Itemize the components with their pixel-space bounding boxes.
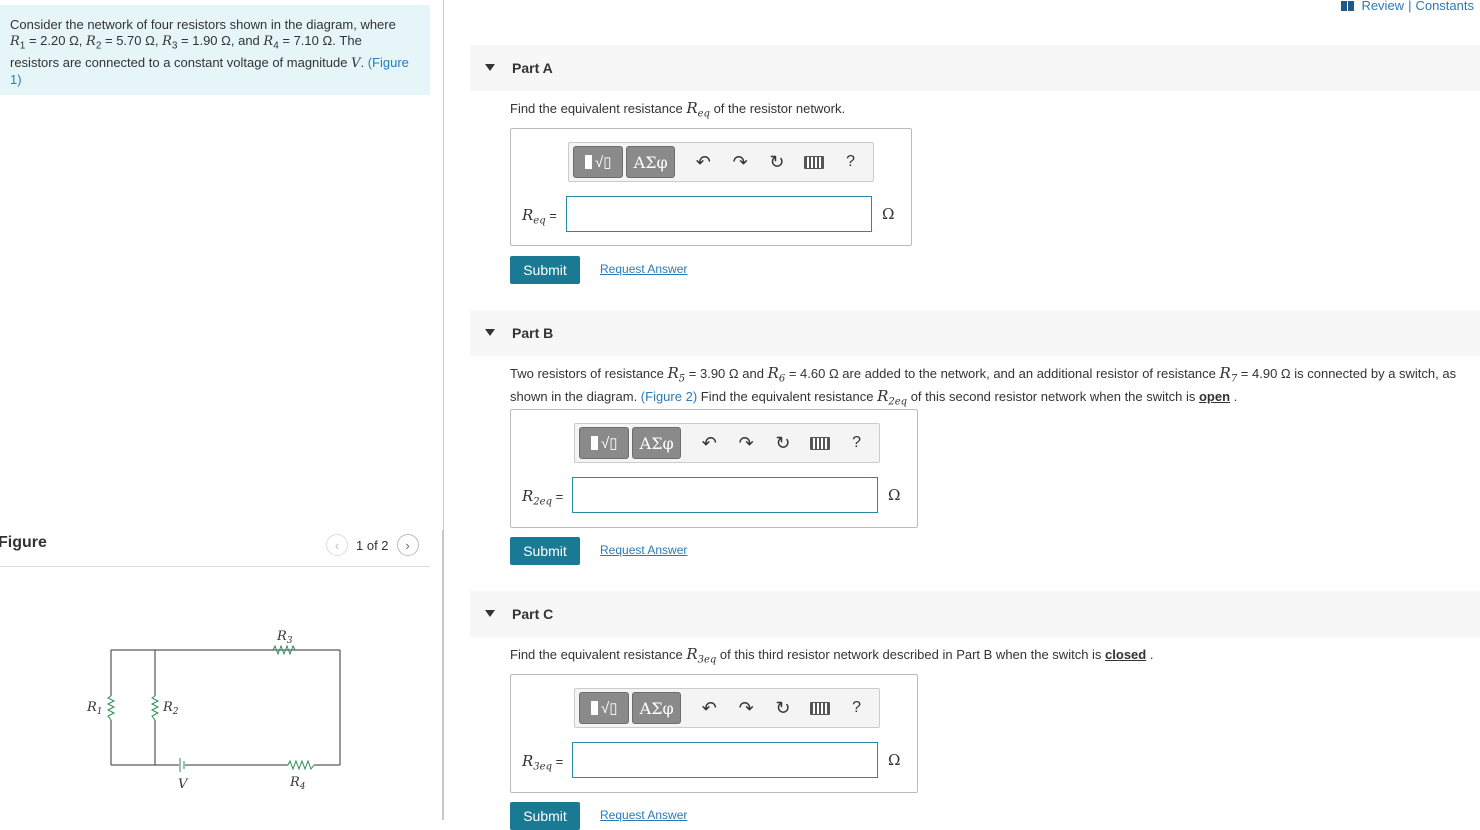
label-r1: R1: [86, 700, 103, 717]
part-b-question-line-1: Two resistors of resistance R5 = 3.90 Ω …: [510, 364, 1457, 385]
greek-symbols-button[interactable]: ΑΣφ: [632, 427, 681, 459]
part-a-unit: Ω: [882, 205, 895, 223]
reset-icon[interactable]: ↻: [759, 146, 796, 178]
label-v: V: [178, 777, 189, 792]
sqrt-icon: √▯: [600, 700, 618, 717]
templates-button[interactable]: √▯: [579, 692, 630, 724]
part-b-unit: Ω: [888, 486, 901, 504]
part-c-header[interactable]: Part C: [470, 591, 1480, 637]
keyboard-icon[interactable]: [801, 692, 838, 724]
part-c-unit: Ω: [888, 751, 901, 769]
part-b-question: Two resistors of resistance R5 = 3.90 Ω …: [510, 365, 1480, 410]
part-b-question-line-2: shown in the diagram. (Figure 2) Find th…: [510, 386, 1238, 408]
part-c-question: Find the equivalent resistance R3eq of t…: [510, 645, 1154, 666]
prev-figure-button[interactable]: ‹: [326, 534, 348, 556]
templates-button[interactable]: √▯: [573, 146, 624, 178]
figure-header: Figure ‹ 1 of 2 ›: [0, 530, 430, 567]
greek-symbols-button[interactable]: ΑΣφ: [632, 692, 681, 724]
help-icon[interactable]: ?: [838, 692, 875, 724]
part-b-math-toolbar: √▯ ΑΣφ ↶ ↷ ↻ ?: [574, 423, 880, 463]
sqrt-icon: √▯: [600, 435, 618, 452]
part-c-math-toolbar: √▯ ΑΣφ ↶ ↷ ↻ ?: [574, 688, 880, 728]
part-a-answer-input[interactable]: [566, 196, 872, 232]
next-figure-button[interactable]: ›: [396, 534, 419, 556]
part-a-answer-label: Req =: [522, 206, 557, 227]
problem-line-2: R1 = 2.20 Ω, R2 = 5.70 Ω, R3 = 1.90 Ω, a…: [10, 33, 362, 52]
part-a-question: Find the equivalent resistance Req of th…: [510, 99, 846, 120]
undo-icon[interactable]: ↶: [691, 427, 728, 459]
chevron-left-icon: ‹: [334, 537, 340, 553]
help-icon[interactable]: ?: [838, 427, 875, 459]
part-b-header[interactable]: Part B: [470, 310, 1480, 356]
caret-down-icon: [485, 64, 495, 71]
part-b-submit-button[interactable]: Submit: [510, 537, 580, 565]
resistor-r4: [287, 759, 315, 771]
constants-link[interactable]: Constants: [1415, 0, 1474, 13]
battery-symbol: [179, 758, 185, 772]
review-link[interactable]: Review: [1361, 0, 1404, 13]
reset-icon[interactable]: ↻: [765, 692, 802, 724]
keyboard-icon[interactable]: [795, 146, 832, 178]
part-b-label: Part B: [512, 325, 554, 341]
problem-statement: Consider the network of four resistors s…: [0, 5, 430, 95]
help-icon[interactable]: ?: [832, 146, 869, 178]
part-a-request-answer-link[interactable]: Request Answer: [600, 262, 687, 276]
problem-line-3: resistors are connected to a constant vo…: [10, 54, 409, 87]
caret-down-icon: [485, 610, 495, 617]
part-a-header[interactable]: Part A: [470, 45, 1480, 91]
greek-symbols-button[interactable]: ΑΣφ: [626, 146, 675, 178]
label-r2: R2: [162, 700, 179, 717]
caret-down-icon: [485, 329, 495, 336]
redo-icon[interactable]: ↷: [728, 427, 765, 459]
part-b-request-answer-link[interactable]: Request Answer: [600, 543, 687, 557]
label-r4: R4: [289, 775, 306, 792]
part-c-submit-button[interactable]: Submit: [510, 802, 580, 830]
undo-icon[interactable]: ↶: [685, 146, 722, 178]
part-a-math-toolbar: √▯ ΑΣφ ↶ ↷ ↻ ?: [568, 142, 874, 182]
part-c-label: Part C: [512, 606, 554, 622]
undo-icon[interactable]: ↶: [691, 692, 728, 724]
problem-line-1: Consider the network of four resistors s…: [10, 17, 396, 32]
label-r3: R3: [276, 629, 293, 646]
figure-page-indicator: 1 of 2: [356, 537, 389, 553]
chevron-right-icon: ›: [405, 537, 410, 553]
circuit-diagram: R1 R2 R3 R4 V: [86, 629, 341, 792]
top-links: Review | Constants: [1341, 0, 1474, 13]
keyboard-icon[interactable]: [801, 427, 838, 459]
redo-icon[interactable]: ↷: [728, 692, 765, 724]
redo-icon[interactable]: ↷: [722, 146, 759, 178]
resistor-r2: [150, 695, 160, 721]
reset-icon[interactable]: ↻: [765, 427, 802, 459]
part-a-label: Part A: [512, 60, 553, 76]
sqrt-icon: √▯: [594, 154, 612, 171]
figure-title: Figure: [0, 534, 47, 551]
figure-2-link[interactable]: (Figure 2): [641, 389, 697, 404]
part-b-answer-input[interactable]: [572, 477, 878, 513]
book-icon: [1341, 0, 1355, 11]
part-b-answer-label: R2eq =: [522, 487, 564, 508]
figure-pager: ‹ 1 of 2 ›: [326, 534, 419, 556]
templates-button[interactable]: √▯: [579, 427, 630, 459]
resistor-r1: [106, 695, 116, 721]
panel-divider-dark: [442, 530, 444, 820]
separator: |: [1408, 0, 1412, 13]
part-c-answer-input[interactable]: [572, 742, 878, 778]
part-c-answer-label: R3eq =: [522, 752, 564, 773]
part-a-submit-button[interactable]: Submit: [510, 256, 580, 284]
